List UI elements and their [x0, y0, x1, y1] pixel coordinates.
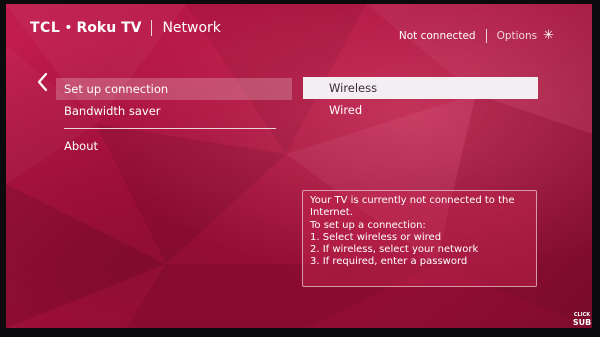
menu-divider	[64, 128, 276, 129]
header: TCL • Roku TV Network Not connected Opti…	[6, 4, 592, 54]
info-line: 1. Select wireless or wired	[310, 231, 442, 243]
info-line: To set up a connection:	[310, 219, 426, 231]
info-line: 2. If wireless, select your network	[310, 244, 479, 256]
menu-item-about[interactable]: About	[56, 135, 292, 157]
info-line: Your TV is currently not connected to th…	[310, 195, 515, 219]
watermark-line2: SUB	[572, 318, 592, 327]
option-wireless[interactable]: Wireless	[303, 77, 538, 99]
watermark-logo: CLICK SUB	[570, 312, 594, 327]
status-area: Not connected Options ✳	[399, 28, 554, 43]
brand-roku: Roku TV	[76, 20, 142, 36]
options-label[interactable]: Options	[497, 30, 538, 42]
info-box: Your TV is currently not connected to th…	[302, 190, 537, 287]
menu-item-set-up-connection[interactable]: Set up connection	[56, 78, 292, 100]
info-line: 3. If required, enter a password	[310, 256, 468, 268]
header-divider	[151, 20, 153, 36]
brand-tcl: TCL	[30, 20, 61, 36]
menu-item-bandwidth-saver[interactable]: Bandwidth saver	[56, 100, 292, 122]
connection-status: Not connected	[398, 29, 476, 42]
page-title: Network	[162, 20, 221, 36]
brand-logo: TCL • Roku TV Network	[30, 20, 221, 36]
tv-screen: TCL • Roku TV Network Not connected Opti…	[6, 4, 592, 328]
brand-dot: •	[64, 20, 73, 36]
connection-type-menu: Wireless Wired	[303, 77, 538, 121]
chevron-left-icon[interactable]	[36, 72, 48, 92]
left-menu: Set up connection Bandwidth saver About	[56, 78, 292, 157]
option-wired[interactable]: Wired	[303, 99, 538, 121]
asterisk-icon[interactable]: ✳	[543, 28, 554, 43]
status-divider	[485, 28, 487, 43]
